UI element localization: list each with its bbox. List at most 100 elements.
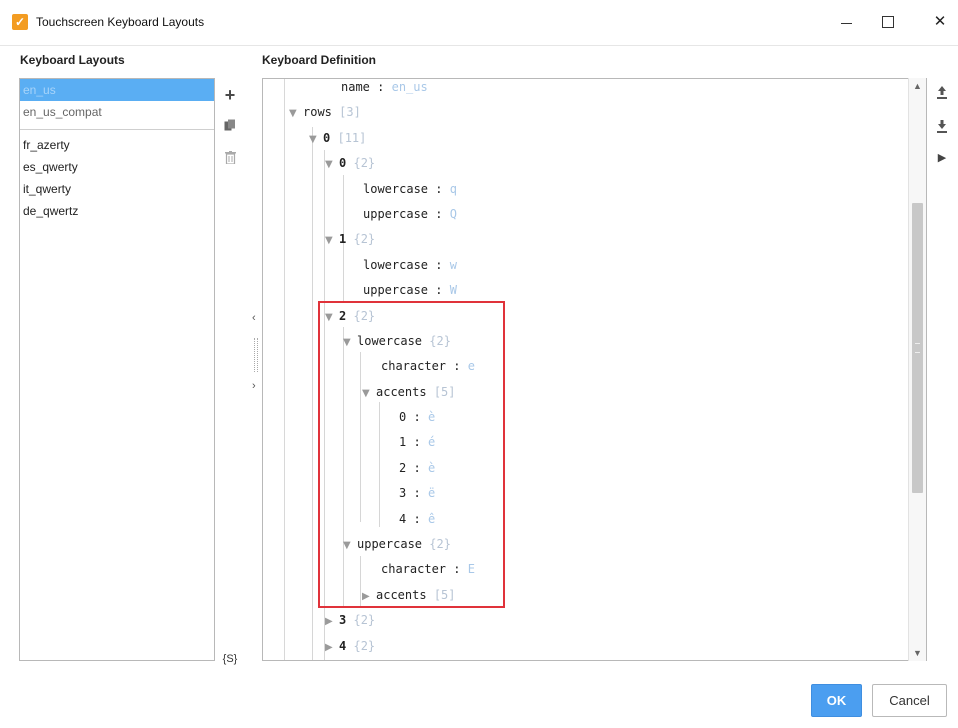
tree-value: w [449, 257, 457, 272]
copy-icon [224, 119, 235, 131]
tree-node-leaf[interactable]: character : e [285, 354, 905, 379]
expanded-arrow-icon[interactable]: ▼ [325, 228, 339, 253]
expanded-arrow-icon[interactable]: ▼ [325, 152, 339, 177]
layout-item[interactable]: en_us_compat [20, 101, 214, 123]
play-icon: ▶ [937, 152, 947, 164]
panel-splitter[interactable]: ‹ › [250, 310, 262, 400]
tree-scrollbar[interactable]: ▲ ▼ [908, 78, 926, 661]
tree-colon: : [413, 511, 421, 526]
tree-node-key[interactable]: ▼ 0 {2} [285, 151, 905, 176]
delete-layout-button[interactable] [220, 150, 240, 170]
tree-key: 2 [339, 308, 347, 323]
close-button[interactable]: ✕ [928, 12, 952, 32]
add-layout-button[interactable]: + [220, 85, 240, 105]
tree-node-key[interactable]: ▼ 1 {2} [285, 227, 905, 252]
splitter-grip[interactable] [254, 338, 258, 372]
tree-key: 1 [339, 232, 347, 247]
layout-item[interactable]: en_us [20, 79, 214, 101]
tree-node-leaf[interactable]: 2 : è [285, 456, 905, 481]
tree-node-name[interactable]: name : en_us [285, 79, 905, 100]
maximize-button[interactable] [875, 12, 899, 32]
tree-node-leaf[interactable]: 4 : ê [285, 507, 905, 532]
tree-node-key[interactable]: ▶ 3 {2} [285, 608, 905, 633]
keyboard-definition-tree: name : en_us ▼ rows [3] ▼ 0 [11] ▼ 0 {2} lo… [262, 78, 927, 661]
cancel-button[interactable]: Cancel [872, 684, 947, 717]
tree-colon: : [453, 562, 461, 577]
tree-count: {2} [353, 156, 376, 171]
tree-key: 4 [339, 638, 347, 653]
tree-node-key[interactable]: ▶ 4 {2} [285, 634, 905, 659]
tree-count: {2} [429, 333, 451, 348]
tree-key: accents [376, 587, 427, 602]
tree-node-object[interactable]: ▼ lowercase {2} [285, 329, 905, 354]
minimize-button[interactable] [835, 12, 859, 32]
tree-node-array[interactable]: ▼ accents [5] [285, 380, 905, 405]
expanded-arrow-icon[interactable]: ▼ [362, 381, 376, 406]
tree-node-leaf[interactable]: uppercase : Q [285, 202, 905, 227]
tree-count: {2} [353, 308, 376, 323]
collapsed-arrow-icon[interactable]: ▶ [362, 584, 376, 609]
import-button[interactable] [934, 120, 950, 136]
layout-item[interactable]: fr_azerty [20, 134, 214, 156]
tree-node-rows[interactable]: ▼ rows [3] [285, 100, 905, 125]
expanded-arrow-icon[interactable]: ▼ [309, 127, 323, 152]
collapsed-arrow-icon[interactable]: ▶ [325, 609, 339, 634]
tree-value: è [427, 460, 436, 475]
tree-key: accents [376, 384, 427, 399]
scroll-up-icon[interactable]: ▲ [913, 81, 922, 91]
tree-node-object[interactable]: ▼ uppercase {2} [285, 532, 905, 557]
tree-node-leaf[interactable]: uppercase : W [285, 278, 905, 303]
tree-key: character [381, 562, 447, 577]
tree-colon: : [435, 257, 443, 272]
expanded-arrow-icon[interactable]: ▼ [343, 533, 357, 558]
play-button[interactable]: ▶ [934, 150, 950, 166]
tree-node-array[interactable]: ▶ accents [5] [285, 583, 905, 608]
tree-key: lowercase [363, 257, 429, 272]
collapse-left-icon[interactable]: ‹ [252, 312, 256, 324]
tree-value: W [449, 283, 457, 298]
tree-colon: : [413, 410, 421, 425]
layout-item[interactable]: es_qwerty [20, 156, 214, 178]
tree-node-leaf[interactable]: lowercase : w [285, 253, 905, 278]
tree-colon: : [413, 435, 421, 450]
tree-colon: : [377, 80, 385, 94]
tree-count: [11] [337, 130, 367, 145]
tree-count: {2} [353, 232, 376, 247]
tree-node-row[interactable]: ▼ 0 [11] [285, 126, 905, 151]
tree-node-leaf[interactable]: 3 : ë [285, 481, 905, 506]
tree-count: [5] [433, 384, 456, 399]
scrollbar-thumb[interactable] [912, 203, 923, 493]
tree-node-leaf[interactable]: character : E [285, 557, 905, 582]
layouts-list: en_us en_us_compat fr_azerty es_qwerty i… [19, 78, 215, 661]
collapse-right-icon[interactable]: › [252, 380, 256, 392]
scroll-down-icon[interactable]: ▼ [913, 648, 922, 658]
tree-key: 0 [339, 156, 347, 171]
tree-value: é [427, 435, 436, 450]
expanded-arrow-icon[interactable]: ▼ [289, 101, 303, 126]
tree-value: è [427, 410, 436, 425]
scrollbar-grip [915, 343, 920, 353]
tree-node-leaf[interactable]: 1 : é [285, 430, 905, 455]
tree-node-key[interactable]: ▼ 2 {2} [285, 304, 905, 329]
tree-node-leaf[interactable]: lowercase : q [285, 177, 905, 202]
layout-item[interactable]: it_qwerty [20, 178, 214, 200]
check-icon: ✓ [12, 14, 28, 30]
tree-value: en_us [391, 80, 428, 94]
layout-item[interactable]: de_qwertz [20, 200, 214, 222]
tree-key: 0 [399, 410, 407, 425]
trash-icon [224, 151, 236, 165]
plus-icon: + [224, 85, 236, 105]
expanded-arrow-icon[interactable]: ▼ [325, 305, 339, 330]
tree-node-leaf[interactable]: 0 : è [285, 405, 905, 430]
tree-value: Q [449, 206, 457, 221]
expanded-arrow-icon[interactable]: ▼ [343, 330, 357, 355]
window-title: Touchscreen Keyboard Layouts [36, 15, 205, 29]
tree-colon: : [435, 181, 443, 196]
variables-button[interactable]: {S} [220, 649, 240, 669]
collapsed-arrow-icon[interactable]: ▶ [325, 635, 339, 660]
tree-key: 3 [339, 613, 347, 628]
export-button[interactable] [934, 86, 950, 102]
ok-button[interactable]: OK [811, 684, 862, 717]
tree-count: {2} [353, 638, 376, 653]
copy-layout-button[interactable] [220, 118, 240, 138]
